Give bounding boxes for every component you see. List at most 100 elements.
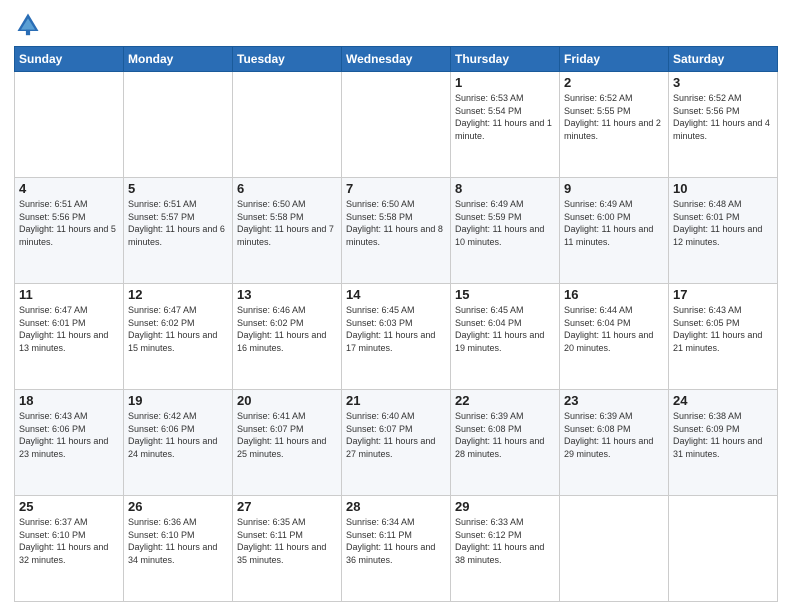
weekday-header-thursday: Thursday <box>451 47 560 72</box>
week-row-5: 25 Sunrise: 6:37 AM Sunset: 6:10 PM Dayli… <box>15 496 778 602</box>
calendar-cell <box>124 72 233 178</box>
day-info: Sunrise: 6:52 AM Sunset: 5:56 PM Dayligh… <box>673 92 773 142</box>
calendar-cell: 22Sunrise: 6:39 AM Sunset: 6:08 PM Dayli… <box>451 390 560 496</box>
weekday-header-tuesday: Tuesday <box>233 47 342 72</box>
day-info: Sunrise: 6:47 AM Sunset: 6:01 PM Dayligh… <box>19 304 119 354</box>
day-number: 18 <box>19 393 119 408</box>
calendar-cell <box>669 496 778 602</box>
day-number: 15 <box>455 287 555 302</box>
calendar-cell <box>560 496 669 602</box>
day-info: Sunrise: 6:51 AM Sunset: 5:56 PM Dayligh… <box>19 198 119 248</box>
calendar-cell: 18 Sunrise: 6:43 AM Sunset: 6:06 PM Dayli… <box>15 390 124 496</box>
day-info: Sunrise: 6:46 AM Sunset: 6:02 PM Dayligh… <box>237 304 337 354</box>
day-number: 2 <box>564 75 664 90</box>
day-number: 19 <box>128 393 228 408</box>
calendar-cell: 21 Sunrise: 6:40 AM Sunset: 6:07 PM Dayli… <box>342 390 451 496</box>
day-info: Sunrise: 6:50 AM Sunset: 5:58 PM Dayligh… <box>346 198 446 248</box>
calendar-cell: 3 Sunrise: 6:52 AM Sunset: 5:56 PM Daylig… <box>669 72 778 178</box>
weekday-header-row: SundayMondayTuesdayWednesdayThursdayFrid… <box>15 47 778 72</box>
day-number: 11 <box>19 287 119 302</box>
day-number: 10 <box>673 181 773 196</box>
day-number: 25 <box>19 499 119 514</box>
day-number: 1 <box>455 75 555 90</box>
day-info: Sunrise: 6:48 AM Sunset: 6:01 PM Dayligh… <box>673 198 773 248</box>
day-info: Sunrise: 6:40 AM Sunset: 6:07 PM Dayligh… <box>346 410 446 460</box>
day-info: Sunrise: 6:47 AM Sunset: 6:02 PM Dayligh… <box>128 304 228 354</box>
day-info: Sunrise: 6:34 AM Sunset: 6:11 PM Dayligh… <box>346 516 446 566</box>
day-info: Sunrise: 6:33 AM Sunset: 6:12 PM Dayligh… <box>455 516 555 566</box>
day-info: Sunrise: 6:42 AM Sunset: 6:06 PM Dayligh… <box>128 410 228 460</box>
day-info: Sunrise: 6:53 AM Sunset: 5:54 PM Dayligh… <box>455 92 555 142</box>
calendar-cell: 29 Sunrise: 6:33 AM Sunset: 6:12 PM Dayli… <box>451 496 560 602</box>
header <box>14 10 778 38</box>
week-row-1: 1 Sunrise: 6:53 AM Sunset: 5:54 PM Daylig… <box>15 72 778 178</box>
calendar-cell <box>342 72 451 178</box>
weekday-header-saturday: Saturday <box>669 47 778 72</box>
day-number: 8 <box>455 181 555 196</box>
calendar-cell: 8 Sunrise: 6:49 AM Sunset: 5:59 PM Daylig… <box>451 178 560 284</box>
calendar-cell: 4Sunrise: 6:51 AM Sunset: 5:56 PM Daylig… <box>15 178 124 284</box>
day-info: Sunrise: 6:37 AM Sunset: 6:10 PM Dayligh… <box>19 516 119 566</box>
calendar-cell: 10 Sunrise: 6:48 AM Sunset: 6:01 PM Dayli… <box>669 178 778 284</box>
day-info: Sunrise: 6:44 AM Sunset: 6:04 PM Dayligh… <box>564 304 664 354</box>
logo <box>14 10 46 38</box>
logo-icon <box>14 10 42 38</box>
day-number: 14 <box>346 287 446 302</box>
calendar-page: SundayMondayTuesdayWednesdayThursdayFrid… <box>0 0 792 612</box>
day-info: Sunrise: 6:39 AM Sunset: 6:08 PM Dayligh… <box>455 410 555 460</box>
day-number: 23 <box>564 393 664 408</box>
calendar-cell: 19 Sunrise: 6:42 AM Sunset: 6:06 PM Dayli… <box>124 390 233 496</box>
calendar-table: SundayMondayTuesdayWednesdayThursdayFrid… <box>14 46 778 602</box>
week-row-2: 4Sunrise: 6:51 AM Sunset: 5:56 PM Daylig… <box>15 178 778 284</box>
day-number: 12 <box>128 287 228 302</box>
day-number: 28 <box>346 499 446 514</box>
calendar-cell: 7 Sunrise: 6:50 AM Sunset: 5:58 PM Daylig… <box>342 178 451 284</box>
day-number: 3 <box>673 75 773 90</box>
day-info: Sunrise: 6:49 AM Sunset: 5:59 PM Dayligh… <box>455 198 555 248</box>
calendar-cell: 26 Sunrise: 6:36 AM Sunset: 6:10 PM Dayli… <box>124 496 233 602</box>
calendar-cell: 17 Sunrise: 6:43 AM Sunset: 6:05 PM Dayli… <box>669 284 778 390</box>
calendar-cell: 5Sunrise: 6:51 AM Sunset: 5:57 PM Daylig… <box>124 178 233 284</box>
day-number: 17 <box>673 287 773 302</box>
calendar-cell: 23 Sunrise: 6:39 AM Sunset: 6:08 PM Dayli… <box>560 390 669 496</box>
calendar-cell: 16 Sunrise: 6:44 AM Sunset: 6:04 PM Dayli… <box>560 284 669 390</box>
day-number: 29 <box>455 499 555 514</box>
day-info: Sunrise: 6:45 AM Sunset: 6:03 PM Dayligh… <box>346 304 446 354</box>
calendar-cell: 20 Sunrise: 6:41 AM Sunset: 6:07 PM Dayli… <box>233 390 342 496</box>
day-number: 26 <box>128 499 228 514</box>
weekday-header-wednesday: Wednesday <box>342 47 451 72</box>
day-info: Sunrise: 6:38 AM Sunset: 6:09 PM Dayligh… <box>673 410 773 460</box>
weekday-header-sunday: Sunday <box>15 47 124 72</box>
calendar-cell: 28 Sunrise: 6:34 AM Sunset: 6:11 PM Dayli… <box>342 496 451 602</box>
day-number: 20 <box>237 393 337 408</box>
day-info: Sunrise: 6:49 AM Sunset: 6:00 PM Dayligh… <box>564 198 664 248</box>
day-info: Sunrise: 6:35 AM Sunset: 6:11 PM Dayligh… <box>237 516 337 566</box>
calendar-cell: 1 Sunrise: 6:53 AM Sunset: 5:54 PM Daylig… <box>451 72 560 178</box>
day-number: 16 <box>564 287 664 302</box>
calendar-cell: 2 Sunrise: 6:52 AM Sunset: 5:55 PM Daylig… <box>560 72 669 178</box>
day-number: 21 <box>346 393 446 408</box>
day-info: Sunrise: 6:41 AM Sunset: 6:07 PM Dayligh… <box>237 410 337 460</box>
day-number: 27 <box>237 499 337 514</box>
calendar-cell: 9 Sunrise: 6:49 AM Sunset: 6:00 PM Daylig… <box>560 178 669 284</box>
calendar-cell: 13 Sunrise: 6:46 AM Sunset: 6:02 PM Dayli… <box>233 284 342 390</box>
day-info: Sunrise: 6:43 AM Sunset: 6:05 PM Dayligh… <box>673 304 773 354</box>
calendar-cell: 24 Sunrise: 6:38 AM Sunset: 6:09 PM Dayli… <box>669 390 778 496</box>
calendar-cell: 11 Sunrise: 6:47 AM Sunset: 6:01 PM Dayli… <box>15 284 124 390</box>
day-info: Sunrise: 6:36 AM Sunset: 6:10 PM Dayligh… <box>128 516 228 566</box>
day-number: 7 <box>346 181 446 196</box>
calendar-cell: 12 Sunrise: 6:47 AM Sunset: 6:02 PM Dayli… <box>124 284 233 390</box>
calendar-cell <box>233 72 342 178</box>
day-info: Sunrise: 6:45 AM Sunset: 6:04 PM Dayligh… <box>455 304 555 354</box>
day-info: Sunrise: 6:43 AM Sunset: 6:06 PM Dayligh… <box>19 410 119 460</box>
calendar-cell <box>15 72 124 178</box>
day-info: Sunrise: 6:52 AM Sunset: 5:55 PM Dayligh… <box>564 92 664 142</box>
day-number: 6 <box>237 181 337 196</box>
day-number: 13 <box>237 287 337 302</box>
calendar-cell: 25 Sunrise: 6:37 AM Sunset: 6:10 PM Dayli… <box>15 496 124 602</box>
day-number: 24 <box>673 393 773 408</box>
calendar-body: 1 Sunrise: 6:53 AM Sunset: 5:54 PM Daylig… <box>15 72 778 602</box>
day-info: Sunrise: 6:39 AM Sunset: 6:08 PM Dayligh… <box>564 410 664 460</box>
day-number: 9 <box>564 181 664 196</box>
week-row-3: 11 Sunrise: 6:47 AM Sunset: 6:01 PM Dayli… <box>15 284 778 390</box>
